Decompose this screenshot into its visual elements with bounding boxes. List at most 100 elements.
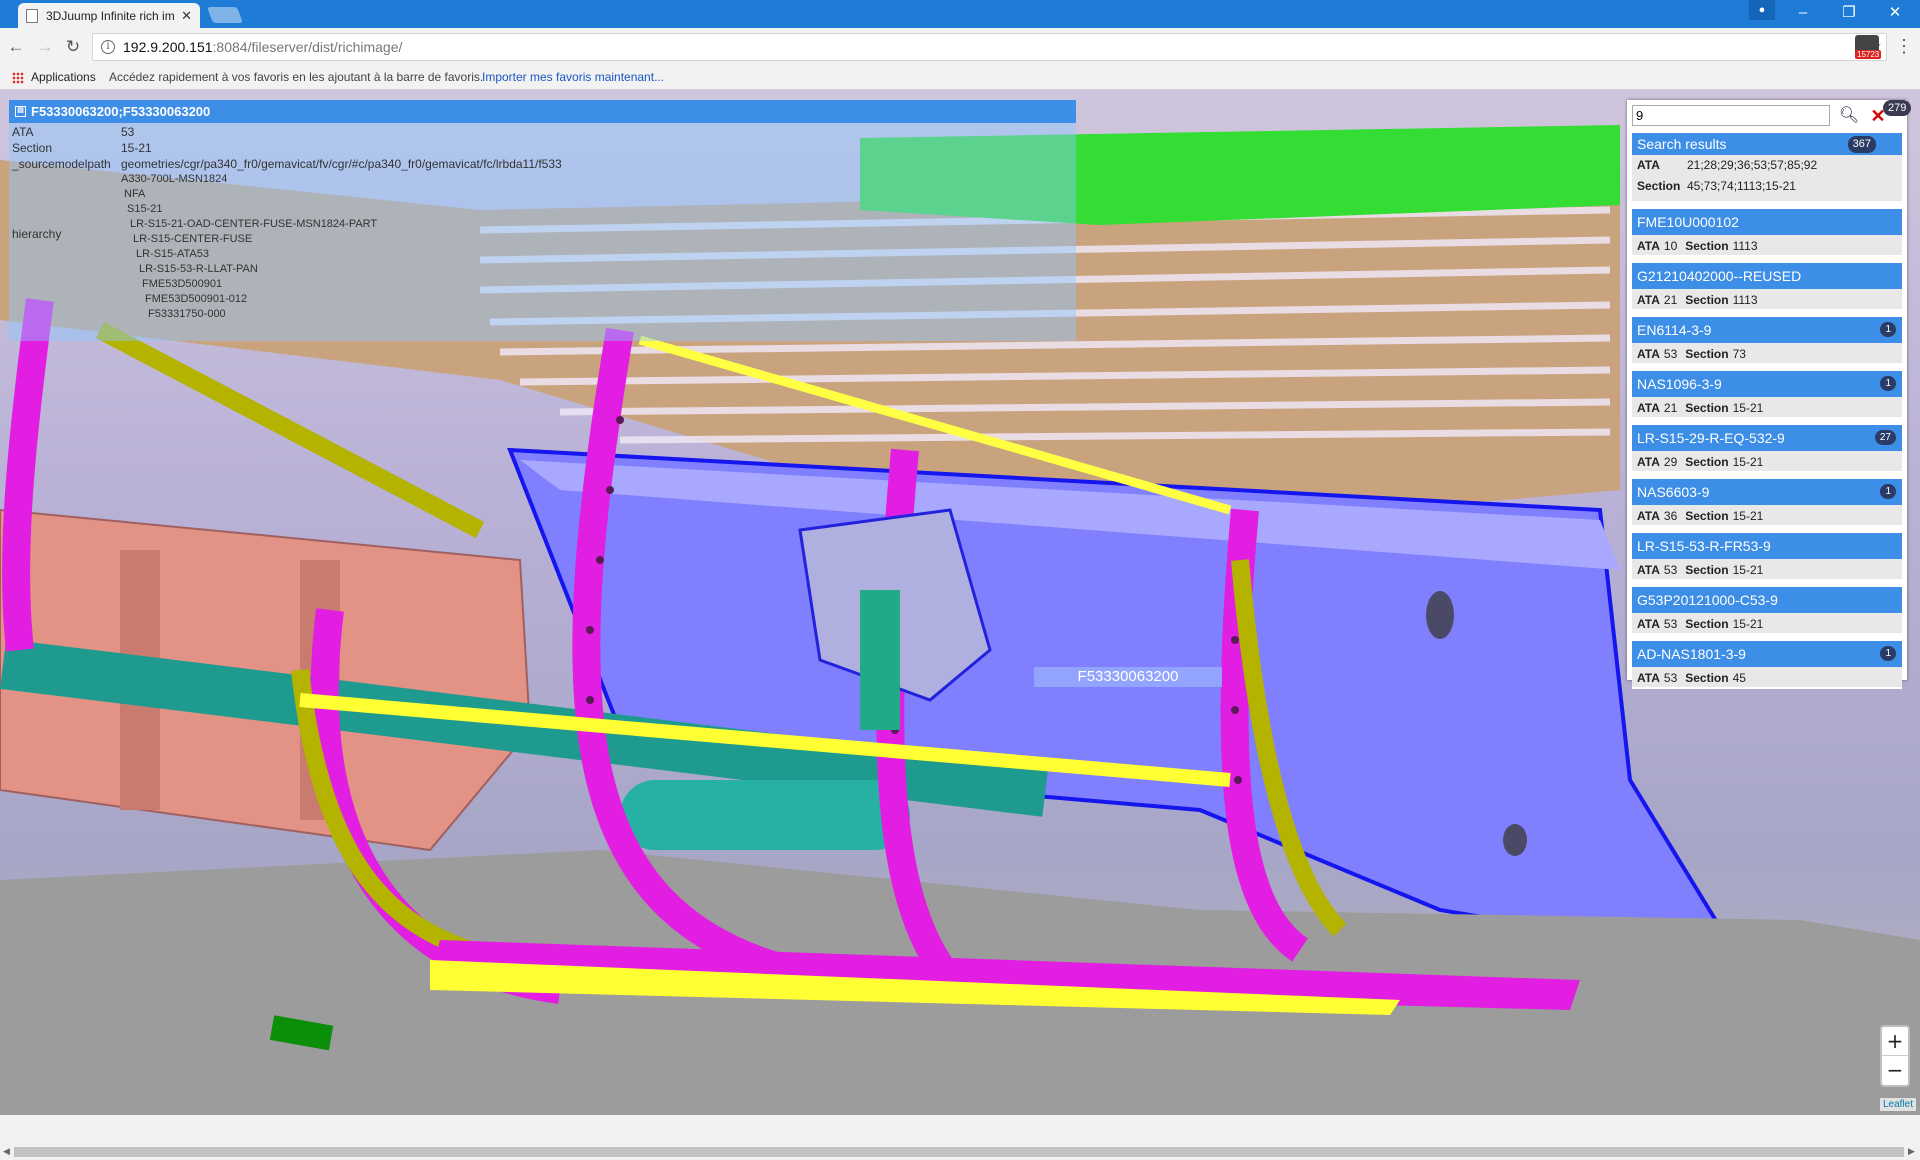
result-ata-label: ATA (1637, 617, 1660, 631)
leaflet-attribution-link[interactable]: Leaflet (1880, 1098, 1917, 1111)
result-ata: 53 (1663, 617, 1678, 631)
result-meta: ATA 21 Section 15-21 (1632, 397, 1902, 419)
close-tab-icon[interactable]: ✕ (181, 8, 192, 24)
zoom-control: + − (1880, 1025, 1910, 1087)
result-name: NAS6603-9 (1637, 484, 1710, 500)
forward-arrow-icon[interactable]: → (34, 36, 56, 58)
hierarchy-node: NFA (124, 188, 146, 200)
hierarchy-node: LR-S15-ATA53 (136, 248, 209, 260)
attr-value: geometries/cgr/pa340_fr0/gemavicat/fv/cg… (121, 157, 562, 171)
import-bookmarks-link[interactable]: Importer mes favoris maintenant... (482, 66, 664, 88)
result-section: 15-21 (1732, 401, 1764, 415)
result-ata-label: ATA (1637, 239, 1660, 253)
search-result-item[interactable]: AD-NAS1801-3-9 1 ATA 53 Section 45 (1632, 641, 1902, 689)
result-section-label: Section (1685, 509, 1729, 523)
summary-section-row: Section 45;73;74;1113;15-21 (1632, 176, 1902, 197)
search-input[interactable] (1632, 105, 1830, 126)
result-meta: ATA 36 Section 15-21 (1632, 505, 1902, 527)
result-section: 15-21 (1732, 563, 1764, 577)
part-label-tooltip: F53330063200 (1034, 667, 1222, 687)
browser-menu-icon[interactable]: ⋮ (1895, 36, 1913, 57)
summary-ata-values: 21;28;29;36;53;57;85;92 (1687, 158, 1818, 172)
search-result-item[interactable]: G53P20121000-C53-9 ATA 53 Section 15-21 (1632, 587, 1902, 635)
3d-viewer[interactable]: F53330063200 + − Leaflet ▤ F53330063200;… (0, 90, 1920, 1115)
search-result-item[interactable]: NAS1096-3-9 1 ATA 21 Section 15-21 (1632, 371, 1902, 419)
result-ata-label: ATA (1637, 401, 1660, 415)
total-results-badge: 279 (1883, 100, 1912, 116)
result-section-label: Section (1685, 293, 1729, 307)
new-tab-button[interactable] (207, 7, 243, 23)
site-info-icon[interactable]: i (101, 40, 115, 54)
result-ata: 53 (1663, 347, 1678, 361)
search-icon[interactable]: 🔍︎ (1837, 105, 1861, 127)
result-section-label: Section (1685, 563, 1729, 577)
zoom-in-button[interactable]: + (1882, 1027, 1908, 1056)
attr-key: ATA (12, 125, 34, 139)
result-title: NAS1096-3-9 1 (1632, 371, 1902, 397)
hierarchy-node: LR-S15-CENTER-FUSE (133, 233, 253, 245)
document-icon: ▤ (15, 106, 26, 117)
result-title: LR-S15-29-R-EQ-532-9 27 (1632, 425, 1902, 451)
result-count-badge: 1 (1880, 484, 1896, 499)
attr-key: Section (12, 141, 53, 155)
result-title: AD-NAS1801-3-9 1 (1632, 641, 1902, 667)
result-title: LR-S15-53-R-FR53-9 (1632, 533, 1902, 559)
close-window-button[interactable]: ✕ (1873, 2, 1917, 24)
apps-link[interactable]: Applications (31, 66, 96, 88)
result-section: 15-21 (1732, 455, 1764, 469)
restore-button[interactable]: ❐ (1827, 2, 1871, 24)
horizontal-scrollbar[interactable]: ◀ ▶ (0, 1144, 1920, 1160)
hierarchy-node: LR-S15-53-R-LLAT-PAN (139, 263, 258, 275)
user-profile-icon[interactable]: ● (1749, 0, 1775, 20)
result-ata: 21 (1663, 293, 1678, 307)
summary-count-badge: 367 (1847, 136, 1876, 153)
search-summary-title: Search results (1637, 136, 1727, 152)
result-section: 15-21 (1732, 617, 1764, 631)
reload-icon[interactable]: ↻ (62, 36, 84, 58)
result-ata-label: ATA (1637, 509, 1660, 523)
result-ata: 29 (1663, 455, 1678, 469)
address-bar[interactable]: i 192.9.200.151:8084/fileserver/dist/ric… (92, 33, 1887, 61)
scrollbar-thumb[interactable] (14, 1147, 1904, 1157)
search-result-item[interactable]: FME10U000102 ATA 10 Section 1113 (1632, 209, 1902, 257)
search-result-item[interactable]: EN6114-3-9 1 ATA 53 Section 73 (1632, 317, 1902, 365)
part-info-panel: ▤ F53330063200;F53330063200 ATA 53 Secti… (9, 100, 1076, 341)
scroll-left-arrow-icon[interactable]: ◀ (3, 1146, 10, 1157)
search-summary-header[interactable]: Search results 367 (1632, 133, 1902, 155)
attr-value: 53 (121, 125, 135, 139)
result-section: 45 (1732, 671, 1746, 685)
result-section-label: Section (1685, 347, 1729, 361)
scroll-right-arrow-icon[interactable]: ▶ (1908, 1146, 1915, 1157)
summary-ata-row: ATA 21;28;29;36;53;57;85;92 (1632, 155, 1902, 176)
result-ata: 53 (1663, 563, 1678, 577)
bookmarks-bar: Applications Accédez rapidement à vos fa… (0, 66, 1920, 90)
hierarchy-node: S15-21 (127, 203, 163, 215)
result-ata: 21 (1663, 401, 1678, 415)
minimize-button[interactable]: – (1781, 2, 1825, 24)
search-result-item[interactable]: NAS6603-9 1 ATA 36 Section 15-21 (1632, 479, 1902, 527)
summary-ata-label: ATA (1637, 158, 1660, 172)
result-count-badge: 1 (1880, 322, 1896, 337)
apps-grid-icon[interactable] (12, 72, 24, 84)
result-count-badge: 27 (1874, 430, 1896, 445)
part-info-header: ▤ F53330063200;F53330063200 (9, 100, 1076, 123)
result-section-label: Section (1685, 401, 1729, 415)
search-result-item[interactable]: LR-S15-53-R-FR53-9 ATA 53 Section 15-21 (1632, 533, 1902, 581)
summary-section-values: 45;73;74;1113;15-21 (1687, 179, 1796, 193)
result-count-badge: 1 (1880, 646, 1896, 661)
zoom-out-button[interactable]: − (1882, 1056, 1908, 1085)
search-result-item[interactable]: LR-S15-29-R-EQ-532-9 27 ATA 29 Section 15-21 (1632, 425, 1902, 473)
browser-tab[interactable]: 3DJuump Infinite rich im ✕ (18, 3, 200, 28)
search-summary: Search results 367 ATA 21;28;29;36;53;57;… (1632, 133, 1902, 201)
search-result-item[interactable]: G21210402000--REUSED ATA 21 Section 1113 (1632, 263, 1902, 311)
result-ata: 36 (1663, 509, 1678, 523)
browser-title-bar: 3DJuump Infinite rich im ✕ ● – ❐ ✕ (0, 0, 1920, 28)
result-ata-label: ATA (1637, 293, 1660, 307)
result-ata-label: ATA (1637, 455, 1660, 469)
result-section-label: Section (1685, 239, 1729, 253)
summary-section-label: Section (1637, 179, 1681, 193)
back-arrow-icon[interactable]: ← (5, 36, 27, 58)
part-info-body: ATA 53 Section 15-21 _sourcemodelpath ge… (9, 123, 1076, 341)
result-ata-label: ATA (1637, 563, 1660, 577)
result-name: G53P20121000-C53-9 (1637, 592, 1778, 608)
